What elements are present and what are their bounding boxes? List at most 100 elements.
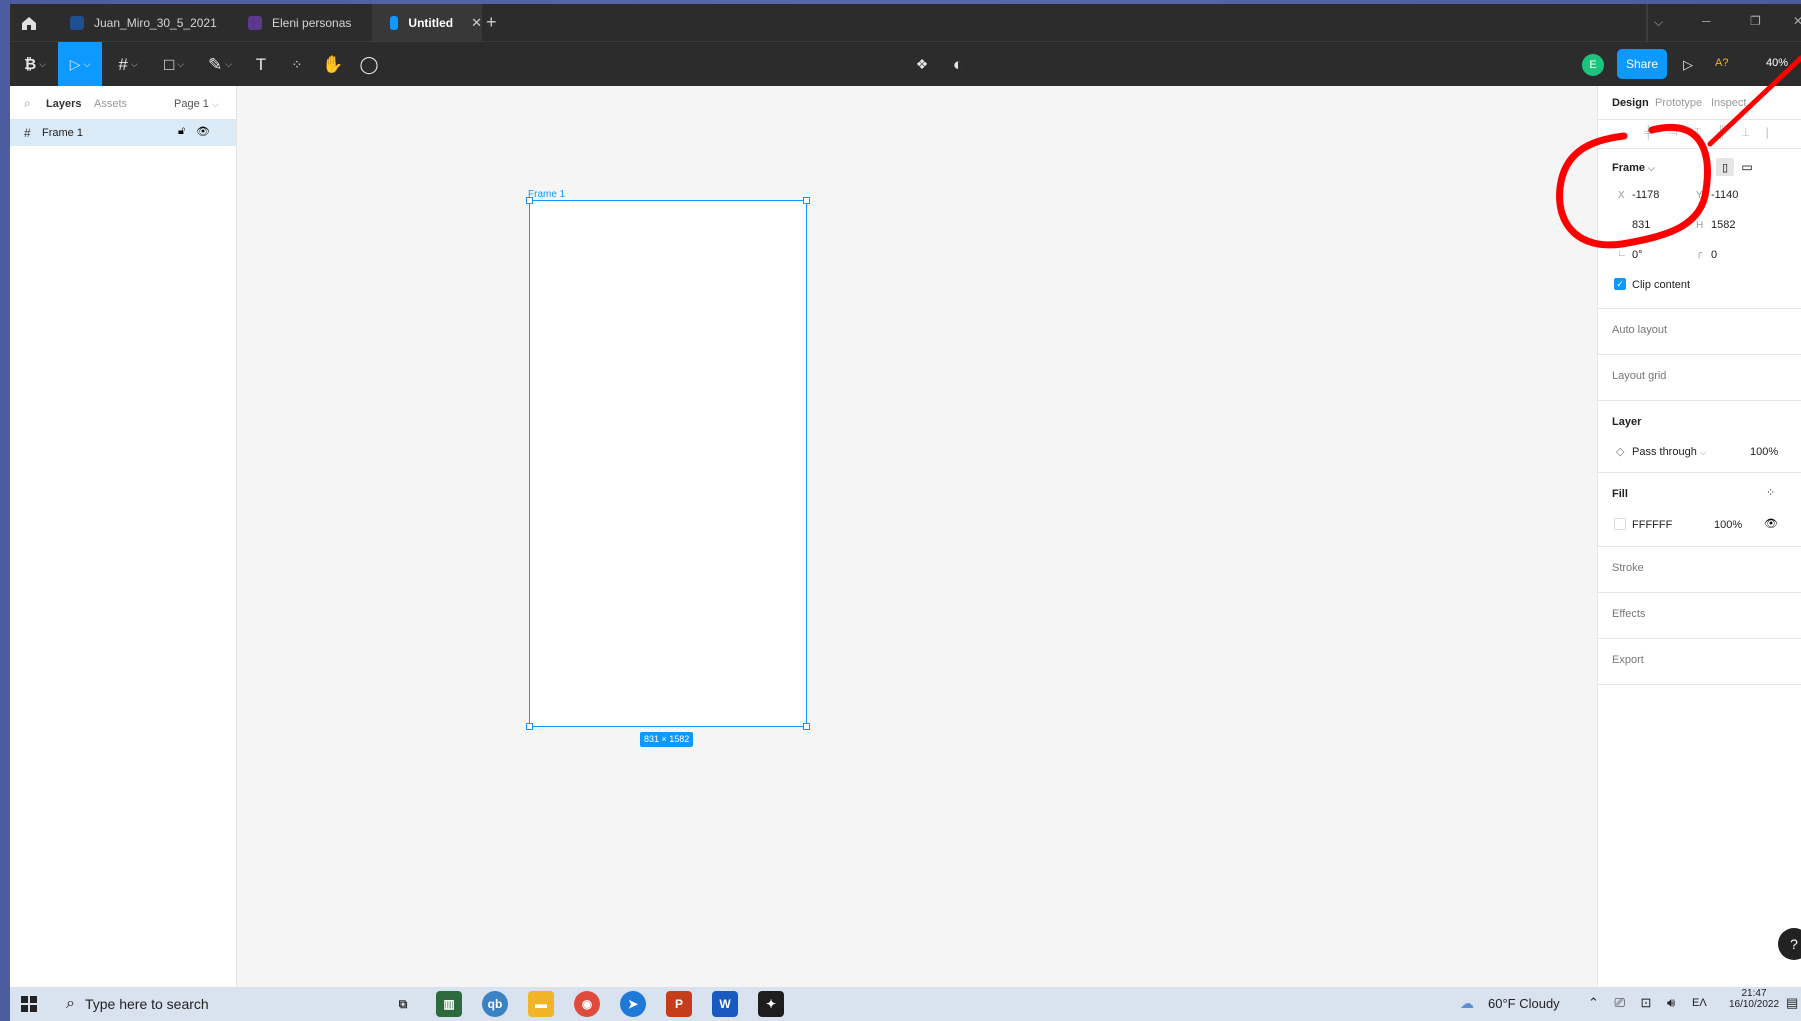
chevron-down-icon: ⌵ (211, 99, 219, 109)
auto-layout-title[interactable]: Auto layout (1612, 324, 1667, 336)
resources-button[interactable]: ⁘ (284, 42, 310, 87)
eye-icon[interactable]: 👁︎ (196, 125, 210, 138)
rotation-input[interactable]: 0° (1632, 249, 1643, 261)
align-center-icon[interactable]: ╪ (1644, 125, 1669, 139)
system-tray-icons[interactable]: ⌃ ⎚ ⊡ 🔊︎ (1588, 995, 1681, 1011)
weather-text[interactable]: 60°F Cloudy (1488, 996, 1560, 1011)
fill-hex-input[interactable]: FFFFFF (1632, 519, 1672, 531)
clip-content-checkbox[interactable]: ✓ (1614, 278, 1626, 290)
search-placeholder: Type here to search (84, 996, 209, 1012)
distribute-icon[interactable]: | (1766, 125, 1785, 139)
word-icon[interactable]: W (712, 991, 738, 1017)
tab-label: Untitled (408, 15, 454, 30)
layers-panel: ⌕ Layers Assets Page 1 ⌵ # Frame 1 🔓︎ 👁︎ (10, 86, 237, 987)
present-button[interactable]: ▷ (1676, 42, 1700, 87)
user-avatar[interactable]: E (1582, 54, 1604, 76)
frame-title-label[interactable]: Frame 1 (528, 189, 565, 200)
resize-handle[interactable] (526, 723, 533, 730)
notifications-icon[interactable]: ▤ (1786, 995, 1798, 1011)
resize-handle[interactable] (803, 197, 810, 204)
export-title[interactable]: Export (1612, 654, 1644, 666)
tab-inspect[interactable]: Inspect (1711, 97, 1746, 109)
layout-grid-title[interactable]: Layout grid (1612, 370, 1666, 382)
qbittorrent-icon[interactable]: qb (482, 991, 508, 1017)
clock[interactable]: 21:47 16/10/2022 (1726, 988, 1782, 1010)
align-middle-icon[interactable]: ╫ (1717, 125, 1742, 139)
components-button[interactable]: ❖ (910, 42, 934, 87)
close-tab-icon[interactable]: ✕ (471, 15, 482, 31)
restore-button[interactable]: ❐ (1750, 14, 1761, 28)
comment-tool-button[interactable]: ◯ (356, 42, 382, 87)
frame-preset-dropdown[interactable]: Frame ⌵ (1612, 162, 1655, 174)
zoom-level[interactable]: 40% (1766, 57, 1788, 69)
powerpoint-icon[interactable]: P (666, 991, 692, 1017)
fill-color-swatch[interactable] (1614, 518, 1626, 530)
align-right-icon[interactable]: ⫤ (1669, 125, 1694, 139)
theme-toggle[interactable]: ◐ (946, 42, 970, 87)
contrast-icon: ◐ (952, 54, 964, 74)
align-bottom-icon[interactable]: ⊥ (1742, 125, 1766, 139)
resize-handle[interactable] (526, 197, 533, 204)
portrait-toggle[interactable]: ▯ (1716, 158, 1734, 176)
books-app-icon[interactable]: ▥ (436, 991, 462, 1017)
new-tab-button[interactable]: + (486, 12, 497, 33)
start-button[interactable] (20, 995, 38, 1013)
fill-opacity-input[interactable]: 100% (1714, 519, 1742, 531)
taskbar-search[interactable]: ⌕ Type here to search (54, 987, 384, 1021)
move-tool-button[interactable]: ▷ ⌵ (58, 42, 102, 87)
stroke-title[interactable]: Stroke (1612, 562, 1644, 574)
panel-divider (1598, 546, 1801, 547)
blend-mode-dropdown[interactable]: Pass through ⌵ (1632, 446, 1707, 458)
fill-visibility-eye-icon[interactable]: 👁︎ (1764, 517, 1778, 530)
minimize-button[interactable]: ─ (1702, 14, 1711, 28)
fill-styles-icon[interactable]: ⁘ (1766, 486, 1775, 499)
task-view-icon[interactable]: ⧉ (390, 991, 416, 1017)
layer-name: Frame 1 (42, 127, 83, 139)
layer-row[interactable]: # Frame 1 🔓︎ 👁︎ (10, 120, 236, 146)
input-language[interactable]: ΕΛ (1692, 997, 1707, 1009)
tab-prototype[interactable]: Prototype (1655, 97, 1702, 109)
pen-tool-button[interactable]: ✎ ⌵ (202, 42, 238, 87)
width-input[interactable]: 831 (1632, 219, 1650, 231)
y-input[interactable]: -1140 (1711, 189, 1738, 201)
tab-juan-miro[interactable]: Juan_Miro_30_5_2021 (52, 4, 232, 41)
effects-title[interactable]: Effects (1612, 608, 1645, 620)
panel-divider (1598, 308, 1801, 309)
share-button[interactable]: Share (1617, 49, 1667, 79)
fill-section-title: Fill (1612, 488, 1628, 500)
shape-tool-button[interactable]: □ ⌵ (156, 42, 192, 87)
home-icon[interactable] (20, 14, 38, 32)
canvas[interactable]: Frame 1 831 × 1582 (238, 86, 1596, 987)
landscape-icon: ▭ (1741, 160, 1753, 174)
main-menu-button[interactable]: ₿ ⌵ (14, 42, 56, 87)
frame-tool-button[interactable]: # ⌵ (110, 42, 146, 87)
hand-tool-button[interactable]: ✋ (320, 42, 346, 87)
align-top-icon[interactable]: ⊤ (1694, 125, 1718, 139)
file-explorer-icon[interactable]: ▬ (528, 991, 554, 1017)
help-button[interactable]: ? (1778, 928, 1801, 960)
chrome-icon[interactable]: ◉ (574, 991, 600, 1017)
h-label: H (1696, 220, 1704, 231)
close-window-button[interactable]: ✕ (1793, 14, 1801, 28)
search-icon[interactable]: ⌕ (24, 96, 31, 111)
tab-design[interactable]: Design (1612, 97, 1649, 109)
alignment-bar[interactable]: ╪⫤⊤╫⊥| (1644, 125, 1785, 140)
tab-assets[interactable]: Assets (94, 98, 127, 110)
tab-eleni-personas[interactable]: Eleni personas (232, 4, 372, 41)
text-tool-button[interactable]: T (248, 42, 274, 87)
corner-radius-input[interactable]: 0 (1711, 249, 1717, 261)
tab-layers[interactable]: Layers (46, 98, 81, 110)
frame-1[interactable] (526, 197, 810, 730)
unlock-icon[interactable]: 🔓︎ (178, 125, 185, 138)
missing-fonts-indicator[interactable]: A? (1715, 57, 1728, 69)
messenger-icon[interactable]: ➤ (620, 991, 646, 1017)
page-selector[interactable]: Page 1 ⌵ (174, 98, 219, 110)
layer-opacity-input[interactable]: 100% (1750, 446, 1778, 458)
resize-handle[interactable] (803, 723, 810, 730)
landscape-toggle[interactable]: ▭ (1738, 158, 1756, 176)
figma-app-icon[interactable]: ✦ (758, 991, 784, 1017)
x-input[interactable]: -1178 (1632, 189, 1659, 201)
tab-untitled[interactable]: Untitled ✕ (372, 4, 482, 41)
tabs-dropdown-icon[interactable]: ⌵ (1654, 15, 1663, 30)
height-input[interactable]: 1582 (1711, 219, 1735, 231)
